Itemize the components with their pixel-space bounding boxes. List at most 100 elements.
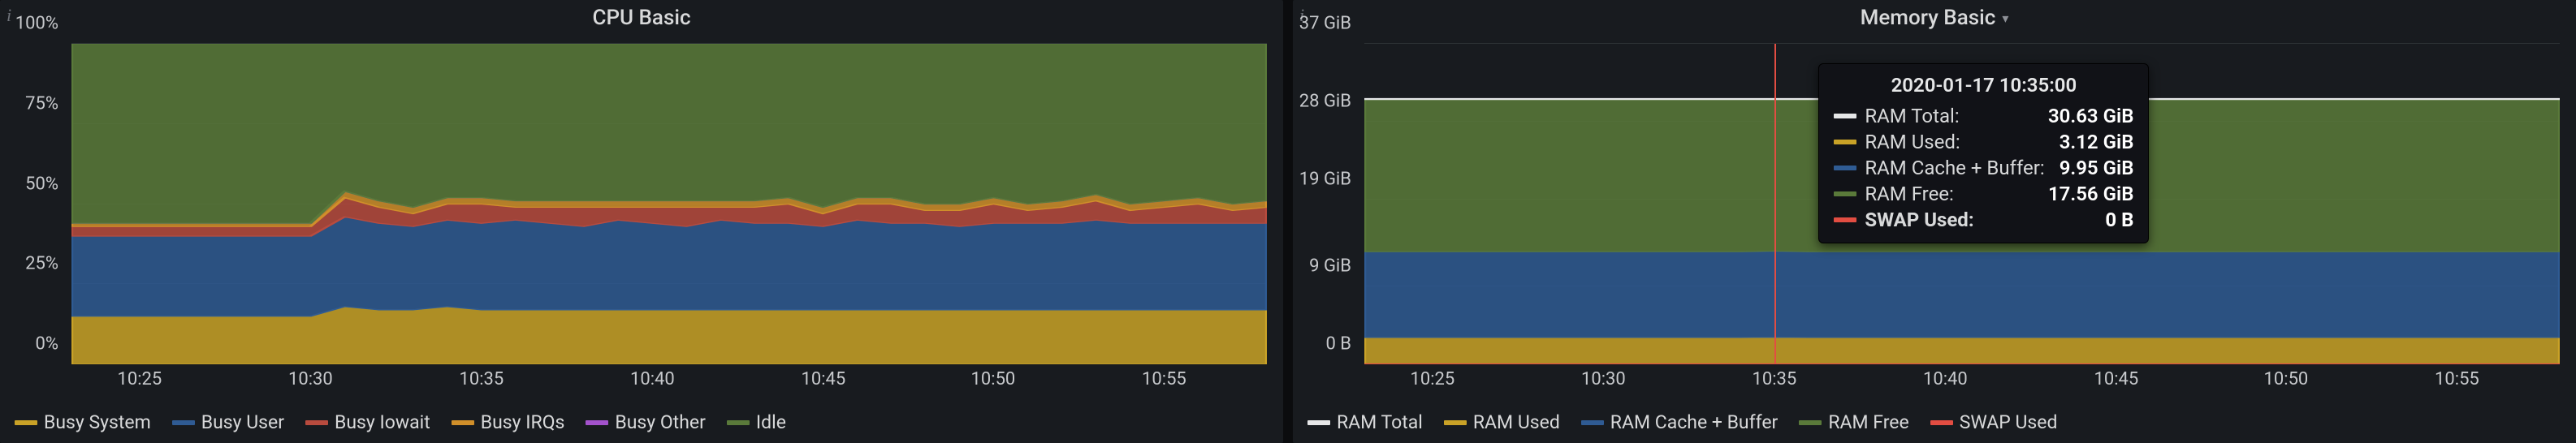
- tooltip-row: RAM Used: 3.12 GiB: [1834, 129, 2133, 155]
- y-tick: 0%: [36, 334, 58, 355]
- tooltip-row: RAM Total: 30.63 GiB: [1834, 103, 2133, 129]
- legend-swatch-icon: [1834, 166, 1856, 170]
- legend-label: Busy System: [44, 411, 151, 433]
- y-tick: 50%: [25, 174, 58, 194]
- legend-label: RAM Total: [1337, 411, 1423, 433]
- panel-cpu: i CPU Basic 0% 25% 50% 75% 100% 10:25 10…: [0, 0, 1283, 443]
- x-tick: 10:30: [288, 369, 333, 389]
- x-tick: 10:50: [971, 369, 1016, 389]
- memory-legend: RAM Total RAM Used RAM Cache + Buffer RA…: [1293, 405, 2576, 443]
- tooltip-value: 30.63 GiB: [2048, 105, 2133, 127]
- legend-label: SWAP Used: [1960, 411, 2058, 433]
- x-tick: 10:30: [1581, 369, 1626, 389]
- legend-label: Busy IRQs: [481, 411, 565, 433]
- x-tick: 10:35: [459, 369, 504, 389]
- x-tick: 10:45: [801, 369, 845, 389]
- panel-memory: i Memory Basic ▾ 0 B 9 GiB 19 GiB 28 GiB…: [1293, 0, 2576, 443]
- tooltip: 2020-01-17 10:35:00 RAM Total: 30.63 GiB…: [1818, 63, 2149, 243]
- tooltip-label: RAM Cache + Buffer:: [1865, 157, 2044, 179]
- cpu-legend: Busy System Busy User Busy Iowait Busy I…: [0, 405, 1283, 443]
- tooltip-row: SWAP Used: 0 B: [1834, 207, 2133, 233]
- legend-swatch-icon: [172, 420, 195, 425]
- y-tick: 0 B: [1325, 334, 1351, 355]
- memory-chart[interactable]: 0 B 9 GiB 19 GiB 28 GiB 37 GiB 2020-01-1…: [1293, 36, 2576, 405]
- legend-swatch-icon: [1834, 114, 1856, 118]
- tooltip-row: RAM Cache + Buffer: 9.95 GiB: [1834, 155, 2133, 181]
- x-tick: 10:55: [1142, 369, 1186, 389]
- panel-title-text: Memory Basic: [1861, 6, 1996, 30]
- cpu-chart[interactable]: 0% 25% 50% 75% 100% 10:25 10:30 10:35 10…: [0, 36, 1283, 405]
- x-tick: 10:40: [630, 369, 675, 389]
- info-icon[interactable]: i: [6, 5, 11, 26]
- legend-item[interactable]: Busy IRQs: [452, 411, 565, 433]
- legend-swatch-icon: [452, 420, 474, 425]
- legend-label: RAM Used: [1473, 411, 1560, 433]
- legend-swatch-icon: [15, 420, 37, 425]
- y-tick: 19 GiB: [1299, 169, 1351, 189]
- legend-item[interactable]: RAM Used: [1444, 411, 1560, 433]
- x-tick: 10:55: [2435, 369, 2479, 389]
- tooltip-timestamp: 2020-01-17 10:35:00: [1834, 74, 2133, 97]
- panel-title[interactable]: Memory Basic ▾: [1861, 6, 2009, 30]
- legend-swatch-icon: [1930, 420, 1953, 425]
- legend-swatch-icon: [1834, 217, 1856, 222]
- legend-swatch-icon: [1444, 420, 1467, 425]
- tooltip-label: RAM Total:: [1865, 105, 1959, 127]
- panel-title[interactable]: CPU Basic: [592, 6, 690, 30]
- legend-swatch-icon: [1834, 140, 1856, 144]
- y-tick: 9 GiB: [1309, 256, 1351, 277]
- x-tick: 10:45: [2094, 369, 2138, 389]
- x-tick: 10:50: [2264, 369, 2309, 389]
- legend-label: RAM Free: [1828, 411, 1908, 433]
- legend-label: Busy User: [201, 411, 284, 433]
- legend-swatch-icon: [586, 420, 608, 425]
- legend-item[interactable]: SWAP Used: [1930, 411, 2058, 433]
- y-tick: 25%: [25, 254, 58, 274]
- tooltip-label: RAM Free:: [1865, 183, 1954, 205]
- legend-item[interactable]: Busy User: [172, 411, 284, 433]
- legend-item[interactable]: Busy Other: [586, 411, 705, 433]
- x-tick: 10:40: [1923, 369, 1968, 389]
- legend-item[interactable]: RAM Free: [1799, 411, 1908, 433]
- legend-item[interactable]: Busy System: [15, 411, 151, 433]
- memory-plot[interactable]: 2020-01-17 10:35:00 RAM Total: 30.63 GiB…: [1364, 44, 2560, 364]
- tooltip-value: 0 B: [2105, 209, 2133, 231]
- tooltip-label: SWAP Used:: [1865, 209, 1973, 231]
- legend-label: Busy Other: [615, 411, 705, 433]
- legend-swatch-icon: [1307, 420, 1330, 425]
- legend-swatch-icon: [1581, 420, 1604, 425]
- tooltip-value: 17.56 GiB: [2048, 183, 2133, 205]
- legend-swatch-icon: [1834, 191, 1856, 196]
- x-tick: 10:35: [1752, 369, 1796, 389]
- tooltip-label: RAM Used:: [1865, 131, 1960, 153]
- legend-label: Busy Iowait: [335, 411, 430, 433]
- tooltip-row: RAM Free: 17.56 GiB: [1834, 181, 2133, 207]
- chevron-down-icon[interactable]: ▾: [2002, 11, 2008, 26]
- cpu-x-axis: 10:25 10:30 10:35 10:40 10:45 10:50 10:5…: [71, 368, 1267, 397]
- x-tick: 10:25: [117, 369, 162, 389]
- legend-item[interactable]: Busy Iowait: [305, 411, 430, 433]
- panel-title-text: CPU Basic: [592, 6, 690, 30]
- legend-swatch-icon: [727, 420, 750, 425]
- crosshair: [1774, 44, 1776, 364]
- panel-header: i Memory Basic ▾: [1293, 0, 2576, 36]
- tooltip-value: 3.12 GiB: [2060, 131, 2134, 153]
- legend-item[interactable]: Idle: [727, 411, 786, 433]
- panel-header: i CPU Basic: [0, 0, 1283, 36]
- memory-y-axis: 0 B 9 GiB 19 GiB 28 GiB 37 GiB: [1293, 44, 1358, 364]
- y-tick: 100%: [15, 14, 58, 34]
- legend-swatch-icon: [1799, 420, 1822, 425]
- x-tick: 10:25: [1410, 369, 1454, 389]
- legend-swatch-icon: [305, 420, 328, 425]
- y-tick: 28 GiB: [1299, 92, 1351, 112]
- cpu-plot[interactable]: [71, 44, 1267, 364]
- legend-item[interactable]: RAM Total: [1307, 411, 1423, 433]
- y-tick: 37 GiB: [1299, 14, 1351, 34]
- legend-item[interactable]: RAM Cache + Buffer: [1581, 411, 1779, 433]
- y-tick: 75%: [25, 93, 58, 114]
- memory-x-axis: 10:25 10:30 10:35 10:40 10:45 10:50 10:5…: [1364, 368, 2560, 397]
- legend-label: RAM Cache + Buffer: [1610, 411, 1779, 433]
- cpu-y-axis: 0% 25% 50% 75% 100%: [0, 44, 65, 364]
- tooltip-value: 9.95 GiB: [2060, 157, 2134, 179]
- legend-label: Idle: [756, 411, 786, 433]
